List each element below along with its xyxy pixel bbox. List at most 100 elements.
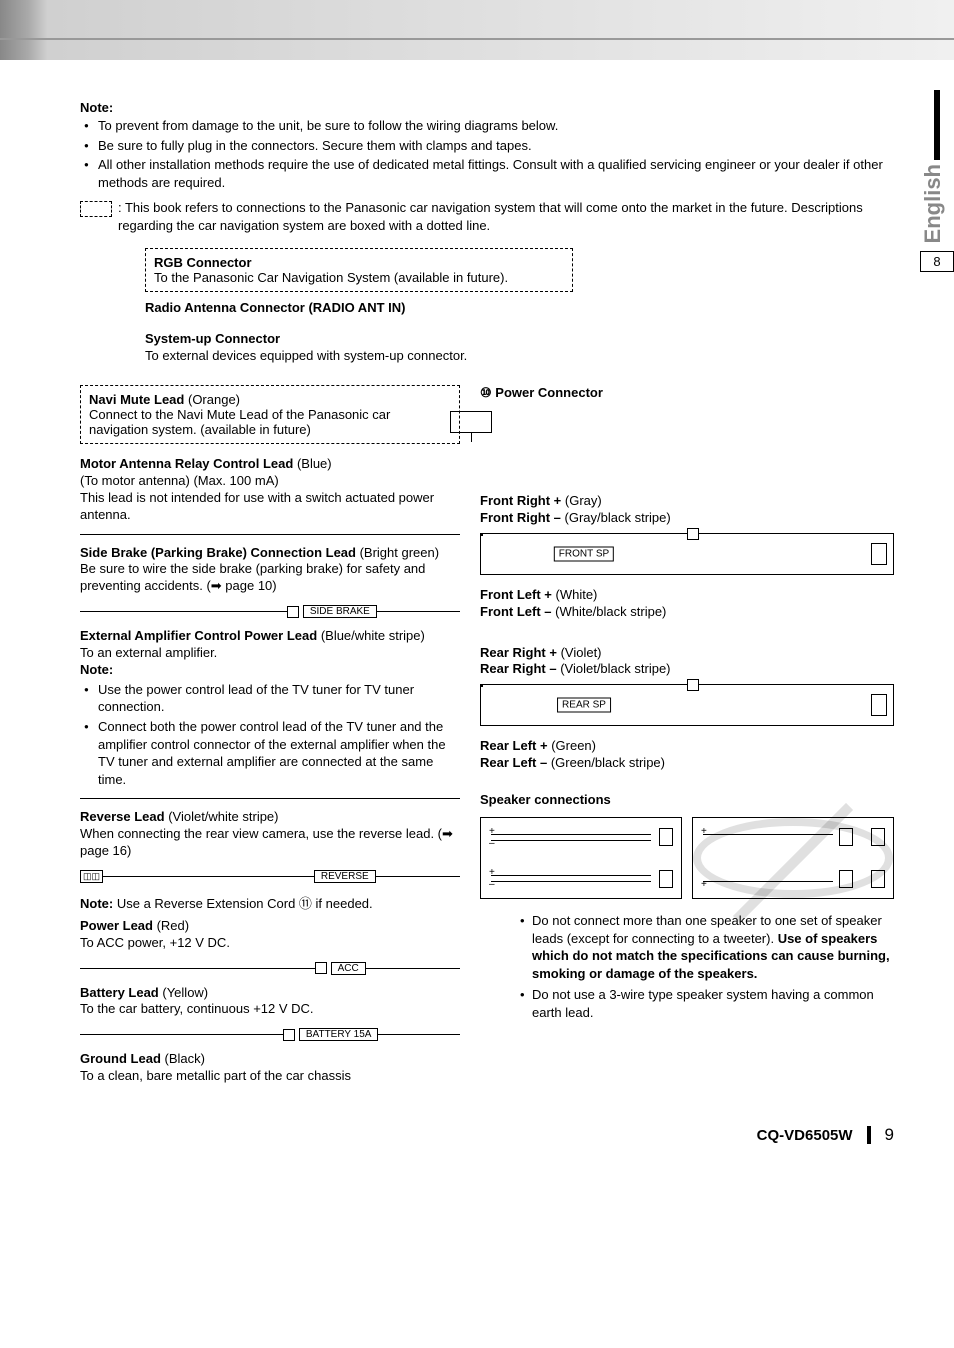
model-number: CQ-VD6505W (757, 1127, 853, 1144)
dotted-reference: : This book refers to connections to the… (80, 199, 894, 234)
note-item: All other installation methods require t… (80, 156, 894, 191)
speaker-connections-title: Speaker connections (480, 792, 894, 807)
motor-ant-wire (80, 534, 460, 535)
battery-tag: BATTERY 15A (299, 1028, 379, 1041)
speaker-front-left: Front Left + (White) Front Left – (White… (480, 587, 894, 621)
rl-plus: Rear Left + (480, 738, 548, 753)
power-connector-title: Power Connector (495, 385, 603, 400)
rgb-connector-callout: RGB Connector To the Panasonic Car Navig… (145, 248, 573, 292)
reverse-title: Reverse Lead (80, 809, 165, 824)
rr-minus-c: (Violet/black stripe) (560, 661, 670, 676)
power-lead: Power Lead (Red) To ACC power, +12 V DC. (80, 918, 460, 952)
battery-wire: BATTERY 15A (80, 1028, 460, 1041)
fl-plus: Front Left + (480, 587, 552, 602)
rgb-desc: To the Panasonic Car Navigation System (… (154, 270, 564, 285)
battery-color: (Yellow) (162, 985, 208, 1000)
ext-amp-color: (Blue/white stripe) (321, 628, 425, 643)
fl-minus: Front Left – (480, 604, 552, 619)
right-column: ⑩ Power Connector Front Right + (Gray) F… (480, 385, 894, 1095)
rr-plus: Rear Right + (480, 645, 557, 660)
side-brake-wire: SIDE BRAKE (80, 605, 460, 618)
rear-sp-tag: REAR SP (557, 698, 611, 713)
rl-minus-c: (Green/black stripe) (551, 755, 665, 770)
battery-desc: To the car battery, continuous +12 V DC. (80, 1001, 460, 1018)
systemup-desc: To external devices equipped with system… (145, 348, 894, 365)
reverse-wire: ◫◫ REVERSE (80, 870, 460, 883)
note-item: To prevent from damage to the unit, be s… (80, 117, 894, 135)
ground-title: Ground Lead (80, 1051, 161, 1066)
fl-plus-c: (White) (555, 587, 597, 602)
front-sp-visual: FRONT SP (480, 533, 894, 575)
note-heading: Note: (80, 100, 113, 115)
system-up-connector: System-up Connector To external devices … (145, 331, 894, 365)
sp-note: Do not use a 3-wire type speaker system … (520, 986, 894, 1021)
battery-title: Battery Lead (80, 985, 159, 1000)
left-column: Navi Mute Lead (Orange) Connect to the N… (80, 385, 460, 1095)
reverse-tag: REVERSE (314, 870, 376, 883)
side-language-tab: English 8 (920, 90, 954, 272)
ground-lead: Ground Lead (Black) To a clean, bare met… (80, 1051, 460, 1085)
power-tag: ACC (331, 962, 366, 975)
rl-plus-c: (Green) (551, 738, 596, 753)
reverse-color: (Violet/white stripe) (168, 809, 278, 824)
speaker-rear-right: Rear Right + (Violet) Rear Right – (Viol… (480, 645, 894, 727)
fr-plus: Front Right + (480, 493, 561, 508)
fr-minus: Front Right – (480, 510, 561, 525)
ext-amp-note: Connect both the power control lead of t… (80, 718, 460, 788)
motor-ant-l2: This lead is not intended for use with a… (80, 490, 460, 524)
side-brake-tag: SIDE BRAKE (303, 605, 377, 618)
fl-minus-c: (White/black stripe) (555, 604, 666, 619)
note-list: To prevent from damage to the unit, be s… (80, 117, 894, 191)
ext-amp-lead: External Amplifier Control Power Lead (B… (80, 628, 460, 788)
dotted-info-text: : This book refers to connections to the… (118, 199, 894, 234)
power-desc: To ACC power, +12 V DC. (80, 935, 460, 952)
language-label: English (920, 164, 946, 243)
rr-plus-c: (Violet) (561, 645, 602, 660)
speaker-rear-left: Rear Left + (Green) Rear Left – (Green/b… (480, 738, 894, 772)
page-footer: CQ-VD6505W 9 (0, 1115, 954, 1165)
dotted-box-icon (80, 201, 112, 217)
speaker-front-right: Front Right + (Gray) Front Right – (Gray… (480, 493, 894, 575)
power-connector-icon (450, 411, 492, 433)
speaker-diagram-correct: + – + – (480, 817, 682, 899)
rear-sp-visual: REAR SP (480, 684, 894, 726)
navi-mute-callout: Navi Mute Lead (Orange) Connect to the N… (80, 385, 460, 444)
power-title: Power Lead (80, 918, 153, 933)
navi-mute-desc: Connect to the Navi Mute Lead of the Pan… (89, 407, 451, 437)
ext-amp-desc: To an external amplifier. (80, 645, 460, 662)
power-wire: ACC (80, 962, 460, 975)
reverse-lead: Reverse Lead (Violet/white stripe) When … (80, 809, 460, 860)
speaker-diagram-incorrect: + + (692, 817, 894, 899)
header-strip (0, 0, 954, 60)
radio-antenna-connector: Radio Antenna Connector (RADIO ANT IN) (145, 300, 894, 317)
fr-plus-c: (Gray) (565, 493, 602, 508)
reverse-plug-icon: ◫◫ (80, 870, 103, 883)
power-connector-label: ⑩ Power Connector (480, 385, 894, 401)
navi-mute-title: Navi Mute Lead (89, 392, 184, 407)
page-content: Note: To prevent from damage to the unit… (0, 60, 954, 1115)
battery-lead: Battery Lead (Yellow) To the car battery… (80, 985, 460, 1019)
page-number: 9 (885, 1125, 894, 1145)
radio-title: Radio Antenna Connector (RADIO ANT IN) (145, 300, 405, 315)
side-brake-color: (Bright green) (360, 545, 439, 560)
rl-minus: Rear Left – (480, 755, 547, 770)
rgb-title: RGB Connector (154, 255, 252, 270)
top-note-block: Note: To prevent from damage to the unit… (80, 100, 894, 234)
speaker-diagrams: + – + – + + (480, 817, 894, 899)
reverse-note-label: Note: (80, 896, 113, 911)
side-brake-desc: Be sure to wire the side brake (parking … (80, 561, 460, 595)
power-connector-num: ⑩ (480, 385, 492, 401)
motor-ant-l1: (To motor antenna) (Max. 100 mA) (80, 473, 460, 490)
motor-ant-color: (Blue) (297, 456, 332, 471)
motor-ant-title: Motor Antenna Relay Control Lead (80, 456, 293, 471)
ext-amp-wire (80, 798, 460, 799)
sp-note-pre: Do not use a 3-wire type speaker system … (532, 987, 874, 1020)
front-sp-tag: FRONT SP (554, 546, 614, 561)
note-item: Be sure to fully plug in the connectors.… (80, 137, 894, 155)
sp-note: Do not connect more than one speaker to … (520, 912, 894, 982)
side-brake-lead: Side Brake (Parking Brake) Connection Le… (80, 545, 460, 596)
navi-mute-color: (Orange) (188, 392, 240, 407)
ground-color: (Black) (165, 1051, 205, 1066)
ext-amp-note-heading: Note: (80, 662, 113, 677)
fr-minus-c: (Gray/black stripe) (565, 510, 671, 525)
